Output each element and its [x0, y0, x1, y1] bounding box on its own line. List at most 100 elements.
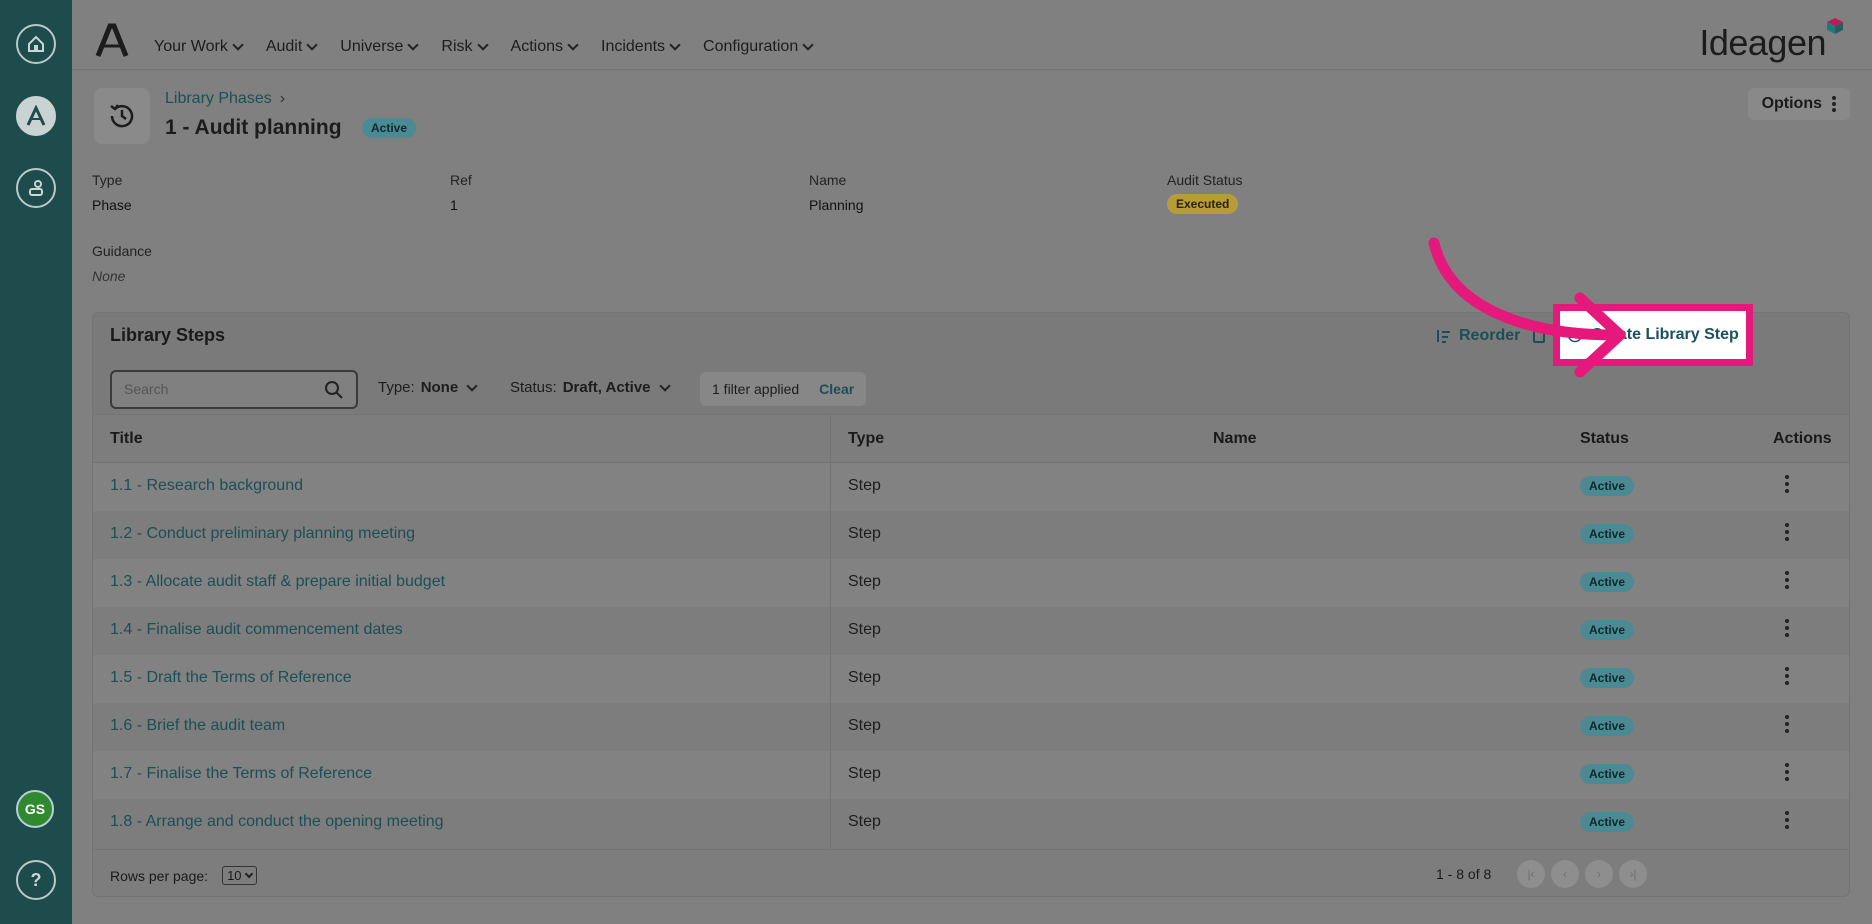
nav-audit[interactable]: Audit	[266, 38, 318, 56]
search-icon[interactable]	[324, 380, 344, 400]
table-row[interactable]: 1.4 - Finalise audit commencement dates S…	[93, 607, 1849, 655]
row-actions-icon[interactable]	[1784, 523, 1790, 541]
left-rail: GS ?	[0, 0, 72, 924]
row-actions-icon[interactable]	[1784, 475, 1790, 493]
type-value: Phase	[92, 197, 132, 213]
help-icon[interactable]: ?	[16, 860, 56, 900]
nav-incidents[interactable]: Incidents	[601, 38, 681, 56]
type-filter-value: None	[420, 379, 459, 396]
step-title-link[interactable]: 1.4 - Finalise audit commencement dates	[110, 621, 403, 639]
ref-label: Ref	[450, 172, 472, 188]
search-input[interactable]	[124, 381, 314, 397]
name-label: Name	[809, 172, 847, 188]
user-avatar[interactable]: GS	[16, 790, 54, 828]
nav-risk[interactable]: Risk	[441, 38, 489, 56]
step-type: Step	[848, 477, 881, 494]
row-actions-icon[interactable]	[1784, 811, 1790, 829]
table-header: Title Type Name Status Actions	[93, 415, 1849, 463]
table-row[interactable]: 1.8 - Arrange and conduct the opening me…	[93, 799, 1849, 847]
step-title-link[interactable]: 1.7 - Finalise the Terms of Reference	[110, 765, 372, 783]
chevron-down-icon	[802, 39, 814, 51]
step-type: Step	[848, 573, 881, 590]
table-row[interactable]: 1.2 - Conduct preliminary planning meeti…	[93, 511, 1849, 559]
chevron-down-icon	[658, 379, 671, 392]
options-label: Options	[1761, 95, 1822, 112]
step-type: Step	[848, 525, 881, 542]
breadcrumb: Library Phases ›	[165, 90, 285, 108]
step-title-link[interactable]: 1.3 - Allocate audit staff & prepare ini…	[110, 573, 445, 591]
chevron-down-icon	[476, 39, 489, 51]
profile-settings-icon[interactable]	[16, 168, 56, 208]
brand-mark-icon	[1827, 18, 1843, 34]
step-status-badge: Active	[1580, 716, 1635, 736]
filters-applied-text: 1 filter applied	[712, 381, 800, 397]
row-actions-icon[interactable]	[1784, 715, 1790, 733]
audit-status-label: Audit Status	[1167, 172, 1243, 188]
more-vertical-icon	[1832, 96, 1836, 112]
phase-history-icon	[94, 88, 150, 144]
nav-universe[interactable]: Universe	[340, 38, 420, 56]
previous-page-icon[interactable]: ‹	[1551, 860, 1579, 888]
nav-your-work[interactable]: Your Work	[154, 38, 244, 56]
options-button[interactable]: Options	[1747, 88, 1850, 120]
table-row[interactable]: 1.7 - Finalise the Terms of Reference Ste…	[93, 751, 1849, 799]
chevron-down-icon	[244, 869, 253, 878]
ref-value: 1	[450, 197, 458, 213]
first-page-icon[interactable]: |‹	[1517, 860, 1545, 888]
table-row[interactable]: 1.6 - Brief the audit team Step Active	[93, 703, 1849, 751]
top-navigation: Your Work Audit Universe Risk Actions In…	[72, 0, 1872, 70]
row-actions-icon[interactable]	[1784, 763, 1790, 781]
type-filter[interactable]: Type: None	[378, 379, 478, 396]
last-page-icon[interactable]: ›|	[1619, 860, 1647, 888]
column-divider	[830, 415, 831, 849]
row-actions-icon[interactable]	[1784, 667, 1790, 685]
status-filter[interactable]: Status: Draft, Active	[510, 379, 671, 396]
column-name[interactable]: Name	[1213, 430, 1257, 448]
table-row[interactable]: 1.3 - Allocate audit staff & prepare ini…	[93, 559, 1849, 607]
rows-per-page-value: 10	[227, 868, 242, 883]
main-area: Your Work Audit Universe Risk Actions In…	[72, 0, 1872, 924]
sort-icon	[1437, 330, 1450, 343]
table-row[interactable]: 1.1 - Research background Step Active	[93, 463, 1849, 511]
column-actions: Actions	[1773, 430, 1832, 447]
chevron-down-icon	[407, 39, 420, 51]
nav-configuration[interactable]: Configuration	[703, 38, 814, 56]
chevron-down-icon	[232, 39, 244, 51]
audit-app-icon[interactable]	[16, 96, 56, 136]
chevron-down-icon	[466, 379, 478, 392]
app-logo[interactable]	[94, 22, 130, 58]
reorder-label: Reorder	[1459, 327, 1521, 344]
step-status-badge: Active	[1580, 524, 1635, 544]
status-filter-label: Status:	[510, 379, 557, 396]
step-title-link[interactable]: 1.6 - Brief the audit team	[110, 717, 285, 735]
column-status[interactable]: Status	[1580, 430, 1629, 448]
nav-actions[interactable]: Actions	[511, 38, 579, 56]
table-row[interactable]: 1.5 - Draft the Terms of Reference Step Ac…	[93, 655, 1849, 703]
column-type[interactable]: Type	[848, 430, 884, 448]
next-page-icon[interactable]: ›	[1585, 860, 1613, 888]
rows-per-page-label: Rows per page:	[110, 867, 209, 884]
step-title-link[interactable]: 1.5 - Draft the Terms of Reference	[110, 669, 352, 687]
step-status-badge: Active	[1580, 476, 1635, 496]
filter-summary: 1 filter applied Clear	[700, 372, 867, 406]
reorder-button[interactable]: Reorder	[1435, 327, 1520, 345]
home-icon[interactable]	[16, 24, 56, 64]
step-title-link[interactable]: 1.1 - Research background	[110, 477, 303, 495]
chevron-down-icon	[306, 39, 318, 51]
row-actions-icon[interactable]	[1784, 571, 1790, 589]
step-type: Step	[848, 669, 881, 686]
step-status-badge: Active	[1580, 668, 1635, 688]
rows-per-page-select[interactable]: 10	[222, 866, 257, 885]
guidance-value: None	[92, 268, 126, 284]
step-status-badge: Active	[1580, 812, 1635, 832]
create-library-step-button[interactable]: Create Library Step	[1553, 304, 1753, 366]
type-filter-label: Type:	[378, 379, 415, 396]
audit-status-badge: Executed	[1167, 194, 1239, 214]
row-actions-icon[interactable]	[1784, 619, 1790, 637]
clear-filters-button[interactable]: Clear	[819, 381, 854, 397]
step-title-link[interactable]: 1.2 - Conduct preliminary planning meeti…	[110, 525, 415, 543]
step-type: Step	[848, 717, 881, 734]
breadcrumb-link[interactable]: Library Phases	[165, 90, 272, 107]
column-title[interactable]: Title	[110, 430, 143, 448]
step-title-link[interactable]: 1.8 - Arrange and conduct the opening me…	[110, 813, 444, 831]
